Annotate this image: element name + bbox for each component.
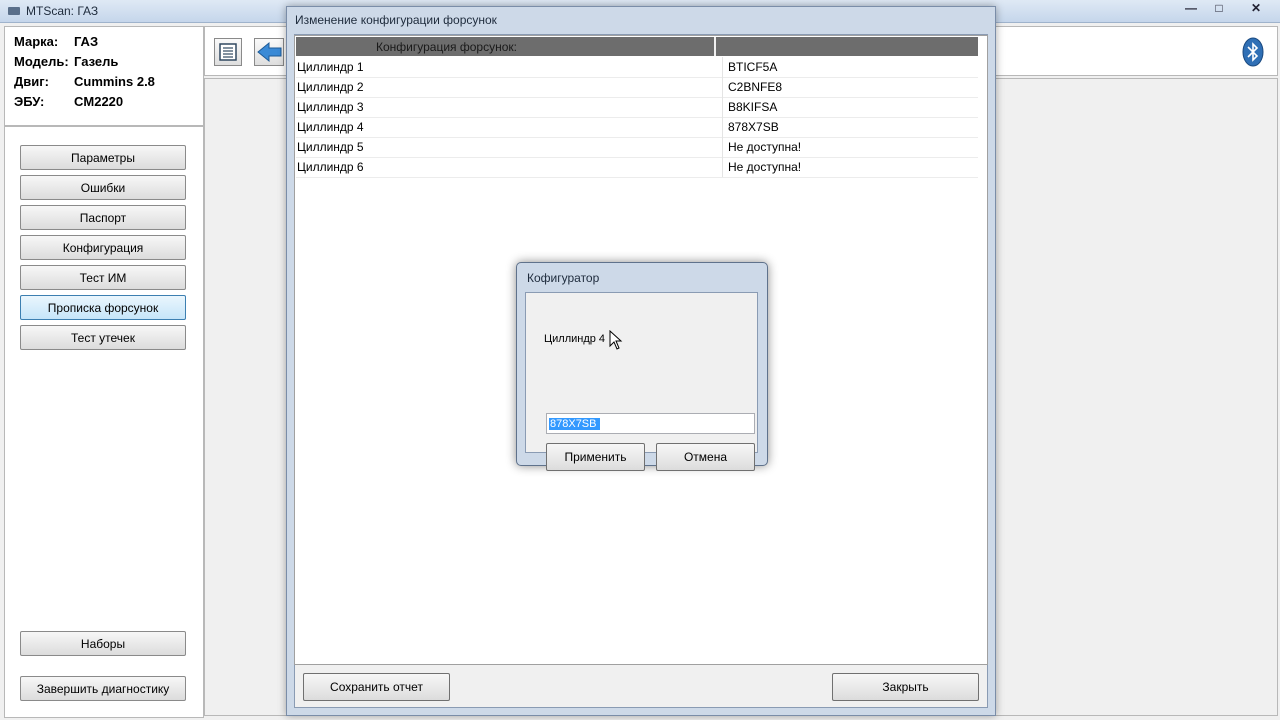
table-header: Конфигурация форсунок:	[296, 37, 978, 56]
menu-button-injector-coding[interactable]: Прописка форсунок	[20, 295, 186, 320]
back-arrow-icon	[257, 41, 282, 63]
code-cell: 878X7SB	[728, 120, 779, 134]
cylinder-cell: Циллиндр 2	[297, 80, 364, 94]
injector-code-input[interactable]: 878X7SB	[546, 413, 755, 434]
info-label: ЭБУ:	[14, 94, 45, 109]
bluetooth-button[interactable]	[1241, 36, 1265, 68]
save-report-button[interactable]: Сохранить отчет	[303, 673, 450, 701]
info-label: Двиг:	[14, 74, 49, 89]
table-row[interactable]: Циллиндр 2 C2BNFE8	[296, 77, 978, 98]
cell-divider	[722, 57, 723, 77]
cell-divider	[722, 137, 723, 157]
cell-divider	[722, 117, 723, 137]
info-value: ГАЗ	[74, 34, 99, 49]
info-value: Cummins 2.8	[74, 74, 155, 89]
back-button[interactable]	[254, 38, 284, 66]
cell-divider	[722, 157, 723, 177]
vehicle-info-panel: Марка: ГАЗ Модель: Газель Двиг: Cummins …	[4, 26, 204, 126]
app-icon	[8, 7, 20, 15]
cancel-button[interactable]: Отмена	[656, 443, 755, 471]
info-label: Модель:	[14, 54, 69, 69]
info-value: Газель	[74, 54, 119, 69]
selected-text: 878X7SB	[549, 418, 601, 430]
cylinder-label: Циллиндр 4	[544, 333, 606, 345]
dialog-title: Кофигуратор	[527, 271, 600, 285]
cell-divider	[722, 97, 723, 117]
dialog-body: Циллиндр 4 878X7SB Применить Отмена	[525, 292, 758, 471]
info-value: CM2220	[74, 94, 124, 109]
column-header-configuration[interactable]: Конфигурация форсунок:	[296, 37, 716, 56]
minimize-button[interactable]: —	[1176, 1, 1206, 17]
cell-divider	[722, 77, 723, 97]
code-cell: Не доступна!	[728, 160, 802, 174]
code-cell: C2BNFE8	[728, 80, 783, 94]
window-title: MTScan: ГАЗ	[26, 4, 99, 18]
table-row[interactable]: Циллиндр 6 Не доступна!	[296, 157, 978, 178]
table-row[interactable]: Циллиндр 4 878X7SB	[296, 117, 978, 138]
apply-button[interactable]: Применить	[546, 443, 645, 471]
code-cell: Не доступна!	[728, 140, 802, 154]
menu-button-presets[interactable]: Наборы	[20, 631, 186, 656]
menu-button-parameters[interactable]: Параметры	[20, 145, 186, 170]
bluetooth-icon	[1242, 37, 1264, 67]
table-row[interactable]: Циллиндр 1 BTICF5A	[296, 57, 978, 78]
code-cell: BTICF5A	[728, 60, 778, 74]
mouse-cursor-icon	[609, 330, 623, 350]
table-row[interactable]: Циллиндр 5 Не доступна!	[296, 137, 978, 158]
menu-panel: Параметры Ошибки Паспорт Конфигурация Те…	[4, 126, 204, 718]
code-cell: B8KIFSA	[728, 100, 778, 114]
menu-button-errors[interactable]: Ошибки	[20, 175, 186, 200]
column-header-label: Конфигурация форсунок:	[376, 40, 517, 54]
cylinder-cell: Циллиндр 4	[297, 120, 364, 134]
cylinder-cell: Циллиндр 5	[297, 140, 364, 154]
table-row[interactable]: Циллиндр 3 B8KIFSA	[296, 97, 978, 118]
info-label: Марка:	[14, 34, 59, 49]
close-button[interactable]: Закрыть	[832, 673, 979, 701]
menu-button-passport[interactable]: Паспорт	[20, 205, 186, 230]
menu-button-leak-test[interactable]: Тест утечек	[20, 325, 186, 350]
configurator-dialog: Кофигуратор Циллиндр 4 878X7SB Применить…	[516, 262, 768, 471]
menu-button-configuration[interactable]: Конфигурация	[20, 235, 186, 260]
close-window-button[interactable]: ✕	[1236, 1, 1276, 17]
dialog-title: Изменение конфигурации форсунок	[295, 13, 497, 27]
maximize-button[interactable]: □	[1204, 1, 1234, 17]
finish-diagnostics-button[interactable]: Завершить диагностику	[20, 676, 186, 701]
cylinder-cell: Циллиндр 3	[297, 100, 364, 114]
cylinder-cell: Циллиндр 1	[297, 60, 364, 74]
menu-button-actuator-test[interactable]: Тест ИМ	[20, 265, 186, 290]
list-button[interactable]	[214, 38, 242, 66]
cylinder-cell: Циллиндр 6	[297, 160, 364, 174]
list-icon	[219, 43, 237, 61]
